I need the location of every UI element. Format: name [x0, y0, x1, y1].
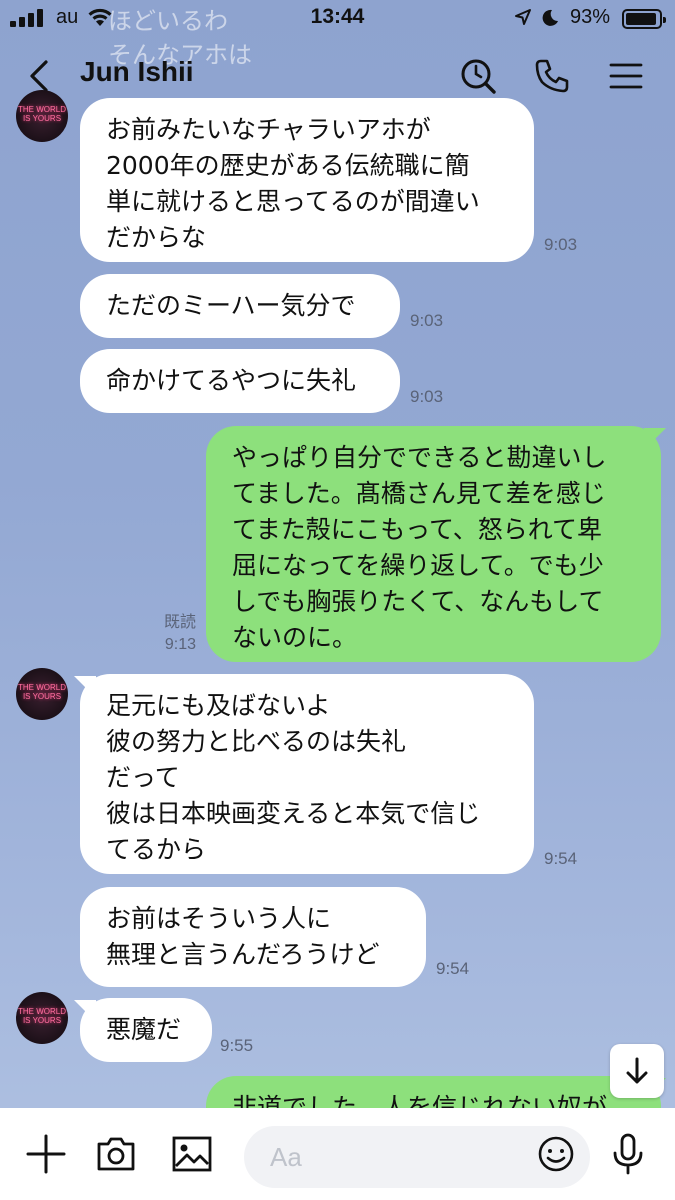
scroll-to-bottom-button[interactable] — [610, 1044, 664, 1098]
microphone-icon[interactable] — [606, 1132, 650, 1176]
arrow-down-icon — [626, 1057, 648, 1084]
location-arrow-icon — [515, 9, 531, 25]
avatar-neon-text: THE WORLD IS YOURS — [18, 105, 66, 123]
message-timestamp: 9:54 — [544, 849, 578, 868]
incoming-message-bubble[interactable]: 悪魔だ — [80, 998, 212, 1062]
contact-avatar[interactable]: THE WORLD IS YOURS — [16, 992, 68, 1044]
chat-title: Jun Ishii — [80, 56, 194, 87]
image-gallery-icon[interactable] — [170, 1132, 214, 1176]
message-timestamp: 9:55 — [220, 1036, 254, 1055]
avatar-neon-text: THE WORLD IS YOURS — [18, 1007, 66, 1025]
read-receipt: 既読 9:13 — [150, 612, 196, 656]
message-input-bar — [0, 1108, 675, 1200]
battery-percent: 93% — [570, 6, 611, 28]
contact-avatar[interactable]: THE WORLD IS YOURS — [16, 90, 68, 142]
ghost-line-1: ほどいるわ — [108, 7, 228, 35]
outgoing-message-bubble[interactable]: やっぱり自分でできると勘違いし てました。髙橋さん見て差を感じ てまた殻にこもっ… — [206, 426, 661, 662]
message-timestamp: 9:03 — [410, 311, 444, 330]
message-timestamp: 9:13 — [164, 636, 196, 653]
contact-avatar[interactable]: THE WORLD IS YOURS — [16, 668, 68, 720]
battery-icon — [622, 9, 666, 29]
menu-hamburger-icon[interactable] — [606, 56, 646, 96]
incoming-message-bubble[interactable]: 足元にも及ばないよ 彼の努力と比べるのは失礼 だって 彼は日本映画変えると本気で… — [80, 674, 534, 874]
incoming-message-bubble[interactable]: ただのミーハー気分で — [80, 274, 400, 338]
camera-icon[interactable] — [94, 1132, 138, 1176]
do-not-disturb-moon-icon — [542, 9, 558, 26]
incoming-message-bubble[interactable]: 命かけてるやつに失礼 — [80, 349, 400, 413]
phone-call-icon[interactable] — [532, 56, 572, 96]
status-bar: au 13:44 93% — [0, 0, 675, 36]
read-label: 既読 — [163, 614, 196, 631]
message-timestamp: 9:03 — [544, 235, 578, 254]
message-timestamp: 9:03 — [410, 387, 444, 406]
incoming-message-bubble[interactable]: お前みたいなチャラいアホが 2000年の歴史がある伝統職に簡 単に就けると思って… — [80, 98, 534, 262]
search-icon[interactable] — [458, 56, 498, 96]
emoji-smiley-icon[interactable] — [534, 1132, 578, 1176]
plus-icon[interactable] — [24, 1132, 68, 1176]
chat-header: Jun Ishii — [0, 44, 675, 106]
avatar-neon-text: THE WORLD IS YOURS — [18, 683, 66, 701]
message-timestamp: 9:54 — [436, 959, 470, 978]
incoming-message-bubble[interactable]: お前はそういう人に 無理と言うんだろうけど — [80, 887, 426, 987]
